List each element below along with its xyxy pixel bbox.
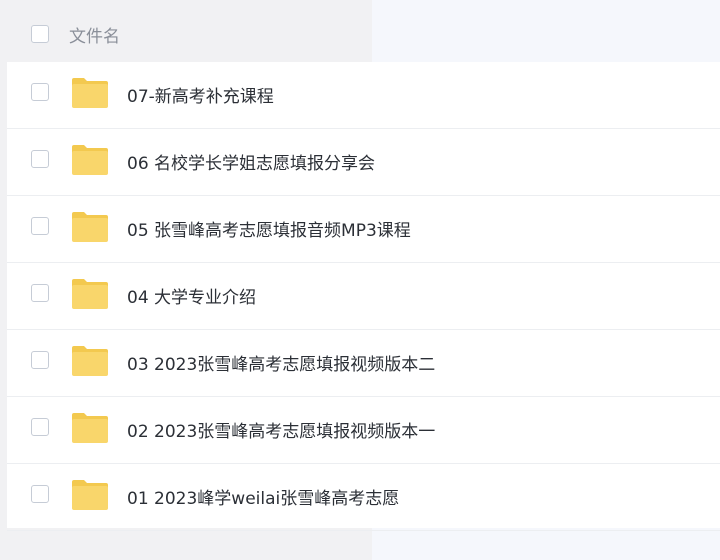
folder-icon	[72, 346, 108, 376]
file-name[interactable]: 02 2023张雪峰高考志愿填报视频版本一	[127, 417, 435, 442]
row-checkbox[interactable]	[31, 150, 49, 168]
file-list: 07-新高考补充课程 06 名校学长学姐志愿填报分享会 05 张雪峰高考志愿填报…	[7, 62, 720, 531]
list-item[interactable]: 07-新高考补充课程	[7, 62, 720, 129]
folder-icon	[72, 413, 108, 443]
row-checkbox[interactable]	[31, 83, 49, 101]
file-name[interactable]: 01 2023峰学weilai张雪峰高考志愿	[127, 484, 399, 509]
folder-icon	[72, 78, 108, 108]
list-item[interactable]: 01 2023峰学weilai张雪峰高考志愿	[7, 464, 720, 531]
folder-icon	[72, 480, 108, 510]
list-item[interactable]: 02 2023张雪峰高考志愿填报视频版本一	[7, 397, 720, 464]
folder-icon	[72, 212, 108, 242]
row-checkbox[interactable]	[31, 485, 49, 503]
row-checkbox[interactable]	[31, 418, 49, 436]
folder-icon	[72, 145, 108, 175]
file-name[interactable]: 05 张雪峰高考志愿填报音频MP3课程	[127, 216, 411, 241]
list-item[interactable]: 04 大学专业介绍	[7, 263, 720, 330]
list-header: 文件名	[0, 0, 372, 62]
file-name[interactable]: 03 2023张雪峰高考志愿填报视频版本二	[127, 350, 435, 375]
list-item[interactable]: 03 2023张雪峰高考志愿填报视频版本二	[7, 330, 720, 397]
file-name[interactable]: 06 名校学长学姐志愿填报分享会	[127, 149, 375, 174]
file-name[interactable]: 04 大学专业介绍	[127, 283, 256, 308]
row-checkbox[interactable]	[31, 284, 49, 302]
row-checkbox[interactable]	[31, 217, 49, 235]
list-item[interactable]: 05 张雪峰高考志愿填报音频MP3课程	[7, 196, 720, 263]
select-all-checkbox[interactable]	[31, 25, 49, 43]
filename-column-header[interactable]: 文件名	[69, 22, 120, 47]
file-name[interactable]: 07-新高考补充课程	[127, 82, 274, 107]
folder-icon	[72, 279, 108, 309]
list-item[interactable]: 06 名校学长学姐志愿填报分享会	[7, 129, 720, 196]
row-checkbox[interactable]	[31, 351, 49, 369]
